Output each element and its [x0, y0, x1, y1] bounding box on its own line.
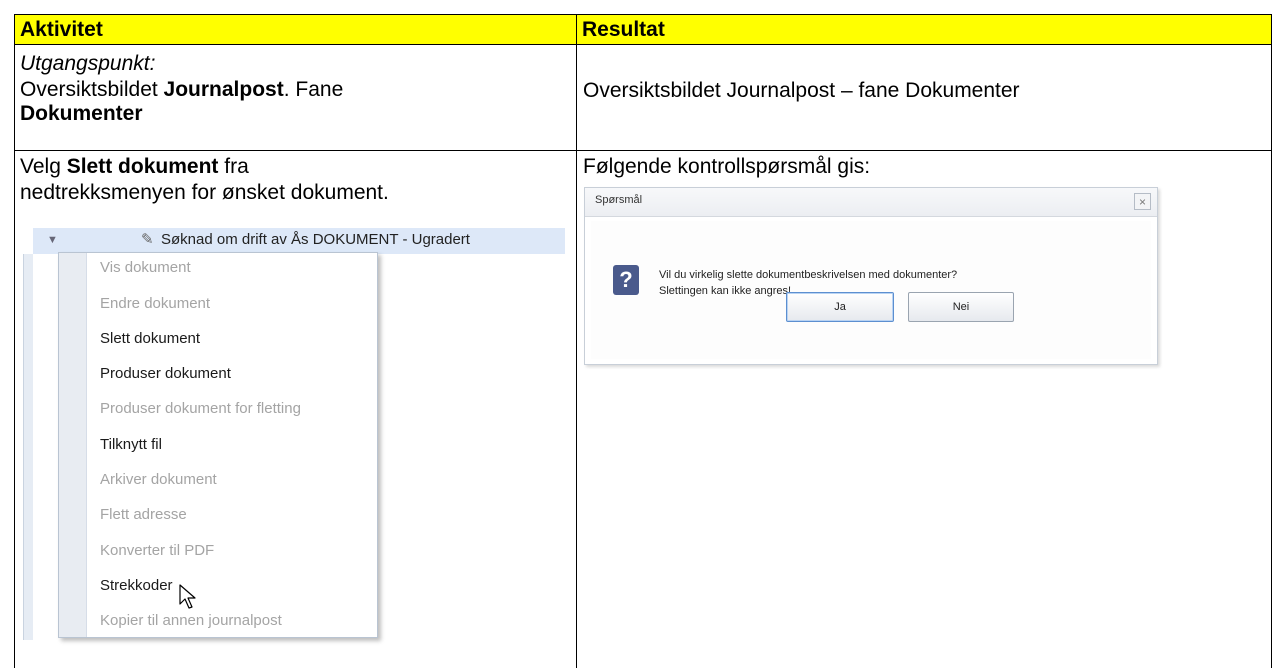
row2-text-b: fra [218, 155, 249, 178]
paperclip-icon: ✎ [141, 231, 154, 248]
context-menu: Vis dokument Endre dokument Slett dokume… [58, 252, 378, 638]
confirm-dialog: Spørsmål × ? Vil du virkelig slette doku… [584, 187, 1158, 365]
row1-bold-dokumenter: Dokumenter [20, 102, 143, 125]
row1-border-bottom [14, 150, 1272, 151]
row1-left-line2: Oversiktsbildet Journalpost. Fane [20, 78, 343, 102]
question-icon: ? [613, 265, 639, 295]
dialog-title: Spørsmål [595, 194, 643, 206]
tree-strip [23, 254, 33, 640]
row1-left-line1: Utgangspunkt: [20, 52, 155, 76]
expand-arrow-icon[interactable]: ▼ [47, 228, 58, 252]
row1-text-a: Oversiktsbildet [20, 78, 164, 101]
menu-item-produser-for-fletting[interactable]: Produser dokument for fletting [100, 399, 301, 419]
menu-item-arkiver-dokument[interactable]: Arkiver dokument [100, 470, 217, 490]
menu-item-vis-dokument[interactable]: Vis dokument [100, 258, 191, 278]
menu-item-strekkoder[interactable]: Strekkoder [100, 576, 173, 596]
close-icon[interactable]: × [1134, 193, 1151, 210]
table-border-right [1271, 14, 1272, 668]
column-divider [576, 14, 577, 668]
menu-gutter [59, 253, 87, 637]
mouse-cursor-icon [179, 584, 196, 609]
row1-text-b: . Fane [283, 78, 344, 101]
header-aktivitet: Aktivitet [15, 15, 576, 44]
menu-item-endre-dokument[interactable]: Endre dokument [100, 294, 210, 314]
context-menu-screenshot: ▼ ✎ Søknad om drift av Ås DOKUMENT - Ugr… [23, 228, 565, 640]
dialog-titlebar: Spørsmål × [585, 188, 1157, 217]
yes-button[interactable]: Ja [786, 292, 894, 322]
header-resultat: Resultat [577, 15, 1271, 44]
menu-item-slett-dokument[interactable]: Slett dokument [100, 329, 200, 349]
menu-item-flett-adresse[interactable]: Flett adresse [100, 505, 187, 525]
document-row[interactable]: ▼ ✎ Søknad om drift av Ås DOKUMENT - Ugr… [33, 228, 565, 254]
table-border-left [14, 14, 15, 668]
dialog-message-line1: Vil du virkelig slette dokumentbeskrivel… [659, 269, 958, 281]
row2-left-line1: Velg Slett dokument fra [20, 155, 249, 179]
menu-item-kopier-til-annen-journalpost[interactable]: Kopier til annen journalpost [100, 611, 282, 631]
row2-left-line2: nedtrekksmenyen for ønsket dokument. [20, 181, 389, 204]
row2-bold-slett-dokument: Slett dokument [66, 155, 219, 178]
no-button[interactable]: Nei [908, 292, 1014, 322]
menu-item-konverter-til-pdf[interactable]: Konverter til PDF [100, 541, 214, 561]
row1-left-line3: Dokumenter [20, 102, 143, 126]
row2-right-text: Følgende kontrollspørsmål gis: [583, 155, 871, 178]
menu-item-tilknytt-fil[interactable]: Tilknytt fil [100, 435, 162, 455]
row1-bold-journalpost: Journalpost [163, 78, 284, 101]
document-row-text: Søknad om drift av Ås DOKUMENT - Ugrader… [161, 231, 470, 248]
row1-right-text: Oversiktsbildet Journalpost – fane Dokum… [583, 79, 1020, 102]
header-border-bottom [14, 44, 1272, 45]
utgangspunkt-label: Utgangspunkt: [20, 52, 156, 75]
row2-text-a: Velg [20, 155, 67, 178]
dialog-body: ? Vil du virkelig slette dokumentbeskriv… [591, 221, 1151, 359]
menu-item-produser-dokument[interactable]: Produser dokument [100, 364, 231, 384]
